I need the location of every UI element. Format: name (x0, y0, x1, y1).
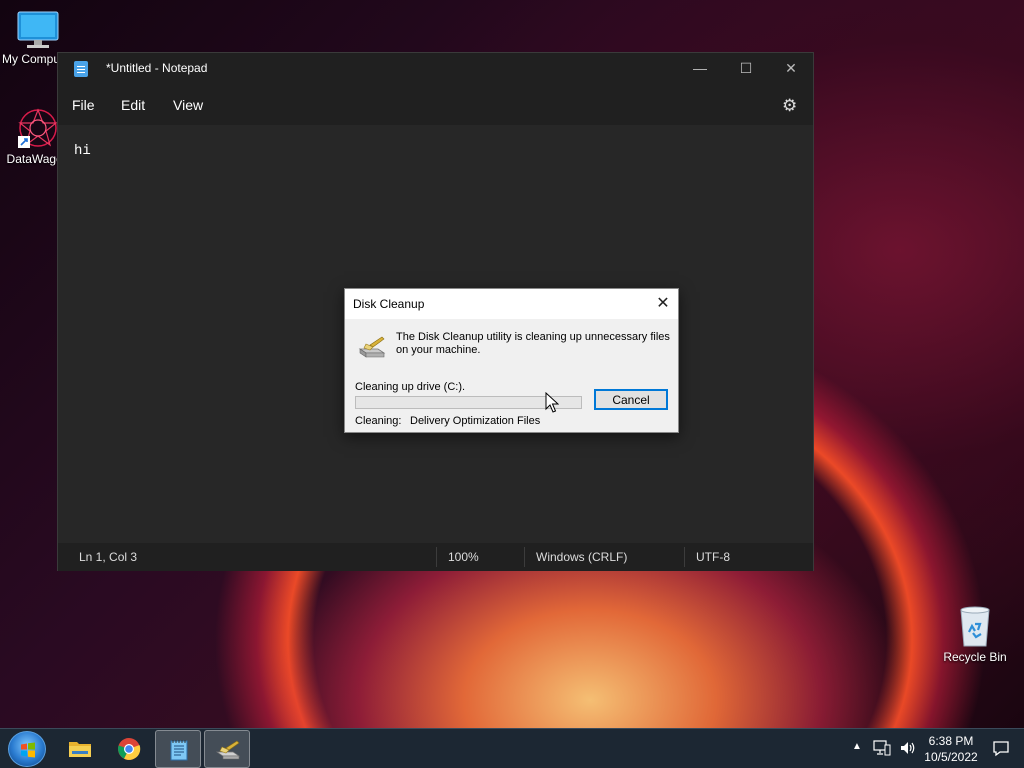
menu-edit[interactable]: Edit (121, 97, 145, 113)
menu-file[interactable]: File (72, 97, 95, 113)
status-zoom[interactable]: 100% (448, 550, 479, 564)
taskbar-app-file-explorer[interactable] (57, 730, 103, 768)
chrome-icon (118, 738, 141, 760)
menu-bar: File Edit View ⚙ (58, 85, 813, 125)
maximize-button[interactable]: ☐ (723, 53, 769, 85)
notification-icon[interactable] (992, 739, 1010, 757)
taskbar-app-disk-cleanup[interactable] (204, 730, 250, 768)
dialog-message: The Disk Cleanup utility is cleaning up … (396, 331, 670, 356)
computer-icon (17, 11, 59, 48)
gear-icon[interactable]: ⚙ (782, 96, 797, 116)
tray-time: 6:38 PM (928, 734, 974, 748)
dialog-title: Disk Cleanup (353, 297, 425, 311)
tray-overflow-chevron-icon[interactable]: ▲ (852, 741, 862, 752)
cancel-button[interactable]: Cancel (594, 389, 668, 410)
taskbar-app-chrome[interactable] (106, 730, 152, 768)
taskbar-app-notepad[interactable] (155, 730, 201, 768)
status-bar: Ln 1, Col 3 100% Windows (CRLF) UTF-8 (58, 543, 813, 571)
close-button[interactable]: ✕ (768, 53, 814, 85)
status-line-ending[interactable]: Windows (CRLF) (536, 550, 627, 564)
cleaning-item: Delivery Optimization Files (410, 415, 541, 427)
folder-icon (69, 742, 91, 757)
drive-label: Cleaning up drive (C:). (355, 381, 466, 393)
notepad-icon (170, 740, 188, 761)
dialog-titlebar[interactable]: Disk Cleanup ✕ (345, 289, 678, 319)
status-cursor-position: Ln 1, Col 3 (79, 550, 138, 564)
close-button[interactable]: ✕ (649, 293, 677, 315)
network-icon[interactable] (873, 739, 891, 757)
recycle-bin-icon (960, 606, 990, 647)
minimize-button[interactable]: — (677, 53, 723, 85)
desktop-icon-label: Recycle Bin (943, 650, 1007, 664)
notepad-titlebar[interactable]: *Untitled - Notepad — ☐ ✕ (58, 53, 813, 85)
volume-icon[interactable] (899, 739, 917, 757)
cleaning-label: Cleaning: (355, 415, 402, 427)
taskbar: ▲ 6:38 PM 10/5/2022 (0, 728, 1024, 768)
status-encoding[interactable]: UTF-8 (696, 550, 730, 564)
windows-logo-icon (21, 742, 35, 758)
tray-date: 10/5/2022 (924, 750, 978, 764)
tray-clock[interactable]: 6:38 PM 10/5/2022 (924, 733, 978, 765)
status-divider (684, 547, 685, 567)
disk-cleanup-icon (358, 336, 386, 358)
mouse-cursor-icon (545, 392, 559, 413)
status-divider (524, 547, 525, 567)
menu-view[interactable]: View (173, 97, 203, 113)
status-divider (436, 547, 437, 567)
disk-cleanup-icon (216, 740, 240, 760)
disk-cleanup-dialog[interactable]: Disk Cleanup ✕ The Disk Cleanup utility … (344, 288, 679, 433)
text-editor[interactable]: hi (74, 143, 91, 159)
datawagon-icon (18, 108, 58, 148)
desktop-icon-recycle-bin[interactable]: Recycle Bin (938, 604, 1012, 664)
window-title: *Untitled - Notepad (106, 61, 208, 75)
start-button[interactable] (8, 731, 46, 767)
notepad-icon (74, 61, 88, 77)
